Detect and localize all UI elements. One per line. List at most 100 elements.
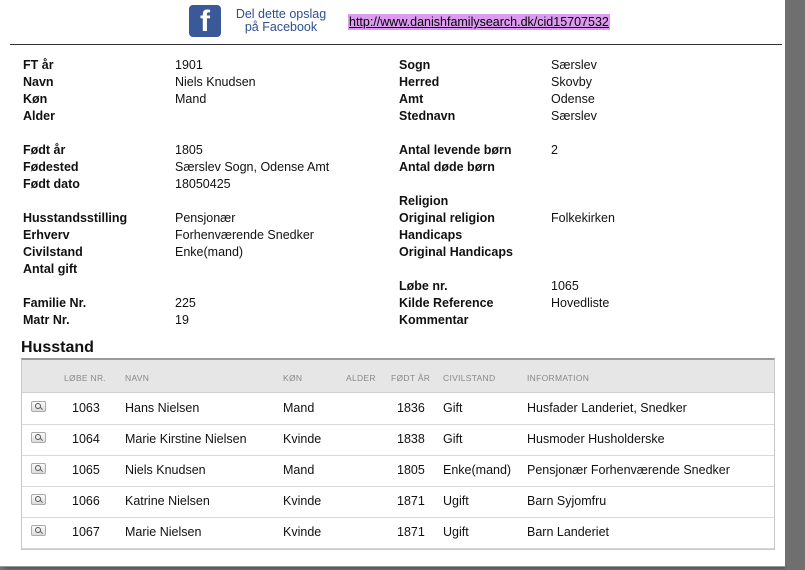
cell-civilstand: Gift <box>443 401 463 415</box>
field-label: Amt <box>399 92 424 106</box>
field-value: Folkekirken <box>551 211 615 225</box>
field-value: Enke(mand) <box>175 245 244 259</box>
share-bar: f Del dette opslag på Facebook http://ww… <box>0 0 793 44</box>
record-url-link[interactable]: http://www.danishfamilysearch.dk/cid1570… <box>348 14 610 30</box>
record-window: f Del dette opslag på Facebook http://ww… <box>0 0 794 567</box>
field-label: Erhverv <box>23 228 70 242</box>
field-value: Særslev <box>551 58 597 72</box>
magnifier-icon[interactable] <box>31 432 46 443</box>
cell-civilstand: Enke(mand) <box>443 463 512 477</box>
column-header[interactable]: ALDER <box>346 373 376 383</box>
field-label: Original religion <box>399 211 495 225</box>
field-value: 2 <box>551 143 558 157</box>
field-label: Religion <box>399 194 449 208</box>
field-label: Navn <box>23 75 54 89</box>
cell-fodt-ar: 1871 <box>397 525 425 539</box>
table-row[interactable]: 1065 Niels Knudsen Mand 1805 Enke(mand) … <box>22 455 774 487</box>
field-label: Handicaps <box>399 228 463 242</box>
cell-navn: Marie Kirstine Nielsen <box>125 432 247 446</box>
field-label: Antal gift <box>23 262 78 276</box>
field-label: Født år <box>23 143 66 157</box>
column-header[interactable]: FØDT ÅR <box>391 373 430 383</box>
field-label: Kilde Reference <box>399 296 494 310</box>
field-value: 18050425 <box>175 177 231 191</box>
field-value: Skovby <box>551 75 592 89</box>
facebook-icon[interactable]: f <box>189 5 221 38</box>
cell-lobe-nr: 1063 <box>72 401 100 415</box>
divider <box>10 44 782 45</box>
table-row[interactable]: 1066 Katrine Nielsen Kvinde 1871 Ugift B… <box>22 486 774 518</box>
field-value: Odense <box>551 92 595 106</box>
cell-information: Husmoder Husholderske <box>527 432 665 446</box>
page-scrollbar[interactable] <box>785 0 805 570</box>
field-label: Husstandsstilling <box>23 211 128 225</box>
field-label: FT år <box>23 58 54 72</box>
field-value: Hovedliste <box>551 296 610 310</box>
field-label: Antal døde børn <box>399 160 495 174</box>
cell-fodt-ar: 1805 <box>397 463 425 477</box>
cell-information: Barn Syjomfru <box>527 494 607 508</box>
field-label: Matr Nr. <box>23 313 70 327</box>
cell-lobe-nr: 1065 <box>72 463 100 477</box>
facebook-share-link[interactable]: Del dette opslag på Facebook <box>228 8 334 34</box>
table-row[interactable]: 1064 Marie Kirstine Nielsen Kvinde 1838 … <box>22 424 774 456</box>
cell-kon: Kvinde <box>283 494 322 508</box>
field-label: Alder <box>23 109 55 123</box>
field-label: Kommentar <box>399 313 469 327</box>
cell-information: Pensjonær Forhenværende Snedker <box>527 463 730 477</box>
cell-lobe-nr: 1067 <box>72 525 100 539</box>
magnifier-icon[interactable] <box>31 525 46 536</box>
field-value: Niels Knudsen <box>175 75 256 89</box>
field-value: 225 <box>175 296 196 310</box>
cell-fodt-ar: 1871 <box>397 494 425 508</box>
column-header[interactable]: LØBE NR. <box>64 373 106 383</box>
field-label: Familie Nr. <box>23 296 87 310</box>
field-label: Løbe nr. <box>399 279 448 293</box>
field-value: Særslev Sogn, Odense Amt <box>175 160 330 174</box>
field-label: Født dato <box>23 177 80 191</box>
household-table: LØBE NR. NAVN KØN ALDER FØDT ÅR CIVILSTA… <box>21 358 775 550</box>
table-row[interactable]: 1063 Hans Nielsen Mand 1836 Gift Husfade… <box>22 393 774 425</box>
column-header[interactable]: NAVN <box>125 373 149 383</box>
cell-civilstand: Gift <box>443 432 463 446</box>
field-value: 1901 <box>175 58 203 72</box>
column-header[interactable]: INFORMATION <box>527 373 589 383</box>
cell-fodt-ar: 1836 <box>397 401 425 415</box>
cell-lobe-nr: 1064 <box>72 432 100 446</box>
cell-navn: Marie Nielsen <box>125 525 202 539</box>
field-label: Original Handicaps <box>399 245 513 259</box>
field-label: Stednavn <box>399 109 456 123</box>
magnifier-icon[interactable] <box>31 401 46 412</box>
cell-lobe-nr: 1066 <box>72 494 100 508</box>
field-value: 1065 <box>551 279 579 293</box>
field-value: 19 <box>175 313 189 327</box>
cell-fodt-ar: 1838 <box>397 432 425 446</box>
table-header: LØBE NR. NAVN KØN ALDER FØDT ÅR CIVILSTA… <box>22 360 774 393</box>
field-label: Fødested <box>23 160 79 174</box>
cell-navn: Katrine Nielsen <box>125 494 210 508</box>
field-value: Mand <box>175 92 207 106</box>
field-value: Pensjonær <box>175 211 236 225</box>
cell-kon: Mand <box>283 401 315 415</box>
cell-civilstand: Ugift <box>443 494 469 508</box>
field-label: Antal levende børn <box>399 143 512 157</box>
column-header[interactable]: KØN <box>283 373 302 383</box>
magnifier-icon[interactable] <box>31 463 46 474</box>
column-header[interactable]: CIVILSTAND <box>443 373 495 383</box>
table-row[interactable]: 1067 Marie Nielsen Kvinde 1871 Ugift Bar… <box>22 517 774 549</box>
cell-civilstand: Ugift <box>443 525 469 539</box>
cell-navn: Hans Nielsen <box>125 401 200 415</box>
field-value: Forhenværende Snedker <box>175 228 314 242</box>
field-label: Sogn <box>399 58 431 72</box>
cell-information: Husfader Landeriet, Snedker <box>527 401 687 415</box>
field-label: Herred <box>399 75 440 89</box>
magnifier-icon[interactable] <box>31 494 46 505</box>
cell-navn: Niels Knudsen <box>125 463 206 477</box>
field-value: 1805 <box>175 143 203 157</box>
field-label: Civilstand <box>23 245 83 259</box>
cell-information: Barn Landeriet <box>527 525 610 539</box>
cell-kon: Kvinde <box>283 432 322 446</box>
cell-kon: Mand <box>283 463 315 477</box>
field-label: Køn <box>23 92 48 106</box>
household-heading: Husstand <box>21 339 94 356</box>
